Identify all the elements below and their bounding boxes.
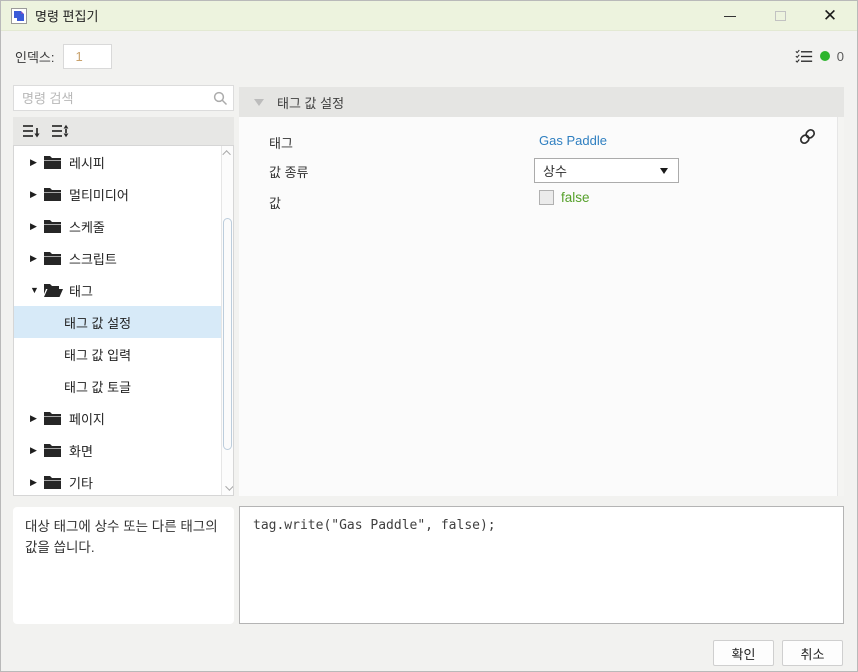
value-type-selected: 상수 [543, 161, 660, 180]
expand-arrow-icon[interactable]: ▶ [30, 413, 44, 424]
index-input[interactable] [63, 44, 112, 69]
title-bar: 명령 편집기 ✕ [1, 1, 857, 31]
scroll-thumb[interactable] [223, 218, 232, 450]
detail-title: 태그 값 설정 [277, 93, 344, 112]
expand-all-icon[interactable] [51, 123, 69, 139]
command-tree: ▶ 레시피 ▶ 멀티미디어 ▶ 스케줄 ▶ 스크립트 ▼ 태그태그 값 설정태그 값 입력태그 값… [13, 145, 234, 496]
link-tag-icon[interactable] [798, 127, 817, 149]
tree-item-label: 스케줄 [69, 217, 105, 236]
expand-arrow-icon[interactable]: ▶ [30, 189, 44, 200]
tree-list: ▶ 레시피 ▶ 멀티미디어 ▶ 스케줄 ▶ 스크립트 ▼ 태그태그 값 설정태그 값 입력태그 값… [14, 146, 221, 495]
status-counter: 0 [837, 49, 844, 64]
folder-icon [44, 251, 69, 265]
expand-arrow-icon[interactable]: ▶ [30, 477, 44, 488]
index-label: 인덱스: [15, 47, 55, 66]
command-description-box: 대상 태그에 상수 또는 다른 태그의 값을 씁니다. [13, 507, 234, 624]
command-description: 대상 태그에 상수 또는 다른 태그의 값을 씁니다. [25, 517, 222, 559]
status-dot-icon [820, 51, 830, 61]
tree-item-6[interactable]: 태그 값 입력 [14, 338, 221, 370]
folder-icon [44, 155, 69, 169]
ok-button[interactable]: 확인 [713, 640, 774, 666]
status-row: 0 [795, 45, 844, 67]
tree-item-5[interactable]: 태그 값 설정 [14, 306, 221, 338]
collapse-all-icon[interactable] [22, 123, 40, 139]
value-checkbox-row: false [539, 190, 590, 205]
app-icon [11, 8, 27, 24]
value-field-label: 값 [269, 193, 281, 212]
collapse-arrow-icon[interactable]: ▼ [30, 285, 44, 295]
maximize-button[interactable] [755, 1, 805, 31]
dropdown-arrow-icon [660, 168, 668, 174]
tree-item-4[interactable]: ▼ 태그 [14, 274, 221, 306]
tree-item-label: 태그 값 설정 [64, 313, 131, 332]
detail-header[interactable]: 태그 값 설정 [239, 87, 844, 117]
tag-field-label: 태그 [269, 133, 293, 152]
detail-form: 태그 Gas Paddle 값 종류 상수 값 false [239, 117, 844, 496]
minimize-button[interactable] [705, 1, 755, 31]
value-type-select[interactable]: 상수 [534, 158, 679, 183]
tree-item-label: 태그 [69, 281, 93, 300]
scroll-up-icon[interactable] [222, 147, 233, 159]
folder-icon [44, 187, 69, 201]
collapse-section-icon[interactable] [254, 99, 264, 106]
scroll-down-icon[interactable] [222, 482, 233, 494]
tree-item-label: 기타 [69, 473, 93, 492]
window-controls: ✕ [705, 1, 855, 31]
detail-scrollbar[interactable] [837, 117, 844, 496]
expand-arrow-icon[interactable]: ▶ [30, 157, 44, 168]
close-button[interactable]: ✕ [805, 1, 855, 31]
tree-item-10[interactable]: ▶ 기타 [14, 466, 221, 496]
code-preview: tag.write("Gas Paddle", false); [253, 518, 830, 533]
tree-item-label: 멀티미디어 [69, 185, 129, 204]
search-icon[interactable] [207, 91, 233, 106]
folder-icon [44, 411, 69, 425]
folder-icon [44, 219, 69, 233]
tree-item-label: 태그 값 입력 [64, 345, 131, 364]
window-title: 명령 편집기 [35, 6, 98, 25]
tree-scrollbar[interactable] [221, 146, 233, 495]
tree-item-label: 화면 [69, 441, 93, 460]
expand-arrow-icon[interactable]: ▶ [30, 253, 44, 264]
expand-arrow-icon[interactable]: ▶ [30, 221, 44, 232]
tree-item-label: 레시피 [69, 153, 105, 172]
tree-item-label: 스크립트 [69, 249, 117, 268]
folder-icon [44, 443, 69, 457]
tree-item-0[interactable]: ▶ 레시피 [14, 146, 221, 178]
tag-value-link[interactable]: Gas Paddle [539, 133, 607, 148]
checklist-icon[interactable] [795, 48, 813, 64]
tree-toolbar [13, 117, 234, 145]
tree-item-3[interactable]: ▶ 스크립트 [14, 242, 221, 274]
tree-item-label: 태그 값 토글 [64, 377, 131, 396]
index-row: 인덱스: [15, 43, 112, 69]
value-type-label: 값 종류 [269, 162, 309, 181]
cancel-button[interactable]: 취소 [782, 640, 843, 666]
tree-item-9[interactable]: ▶ 화면 [14, 434, 221, 466]
folder-open-icon [44, 283, 69, 297]
value-checkbox[interactable] [539, 190, 554, 205]
code-preview-box: tag.write("Gas Paddle", false); [239, 506, 844, 624]
tree-item-7[interactable]: 태그 값 토글 [14, 370, 221, 402]
search-input[interactable] [14, 91, 207, 106]
tree-item-2[interactable]: ▶ 스케줄 [14, 210, 221, 242]
expand-arrow-icon[interactable]: ▶ [30, 445, 44, 456]
tree-item-8[interactable]: ▶ 페이지 [14, 402, 221, 434]
folder-icon [44, 475, 69, 489]
command-editor-window: 명령 편집기 ✕ 인덱스: 0 [0, 0, 858, 672]
tree-item-label: 페이지 [69, 409, 105, 428]
tree-item-1[interactable]: ▶ 멀티미디어 [14, 178, 221, 210]
command-search-box [13, 85, 234, 111]
value-checkbox-label: false [561, 190, 590, 205]
